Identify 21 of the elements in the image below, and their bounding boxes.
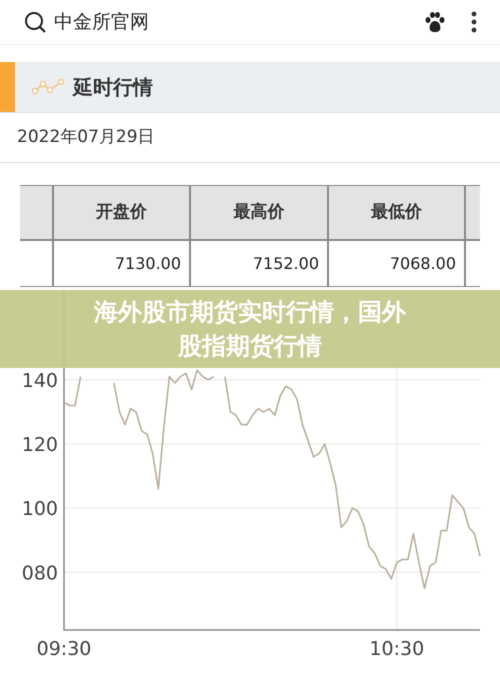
x-tick-label: 10:30 [369, 638, 424, 660]
line-chart-icon [31, 79, 65, 95]
table-cell: 7068.00 [328, 240, 465, 286]
search-query[interactable]: 中金所官网 [54, 8, 424, 36]
y-tick-label: 140 [22, 370, 58, 392]
x-tick-label: 09:30 [36, 638, 92, 660]
y-tick-label: 120 [22, 434, 58, 456]
y-tick-label: 100 [22, 498, 58, 520]
date-label: 2022年07月29日 [17, 126, 155, 149]
table-cell: 7152.00 [190, 240, 328, 286]
paw-icon[interactable] [424, 11, 446, 33]
table-cell: 7130.00 [53, 240, 190, 286]
search-icon [24, 11, 46, 33]
column-header: 开盘价 [53, 186, 190, 240]
y-tick-label: 080 [22, 562, 58, 584]
column-header: 最高价 [190, 186, 328, 240]
section-title: 延时行情 [73, 74, 153, 101]
column-header: 最低价 [328, 186, 465, 240]
accent-bar [0, 62, 15, 112]
more-icon[interactable] [470, 10, 478, 34]
headline-banner: 海外股市期货实时行情，国外股指期货行情 [0, 290, 500, 368]
